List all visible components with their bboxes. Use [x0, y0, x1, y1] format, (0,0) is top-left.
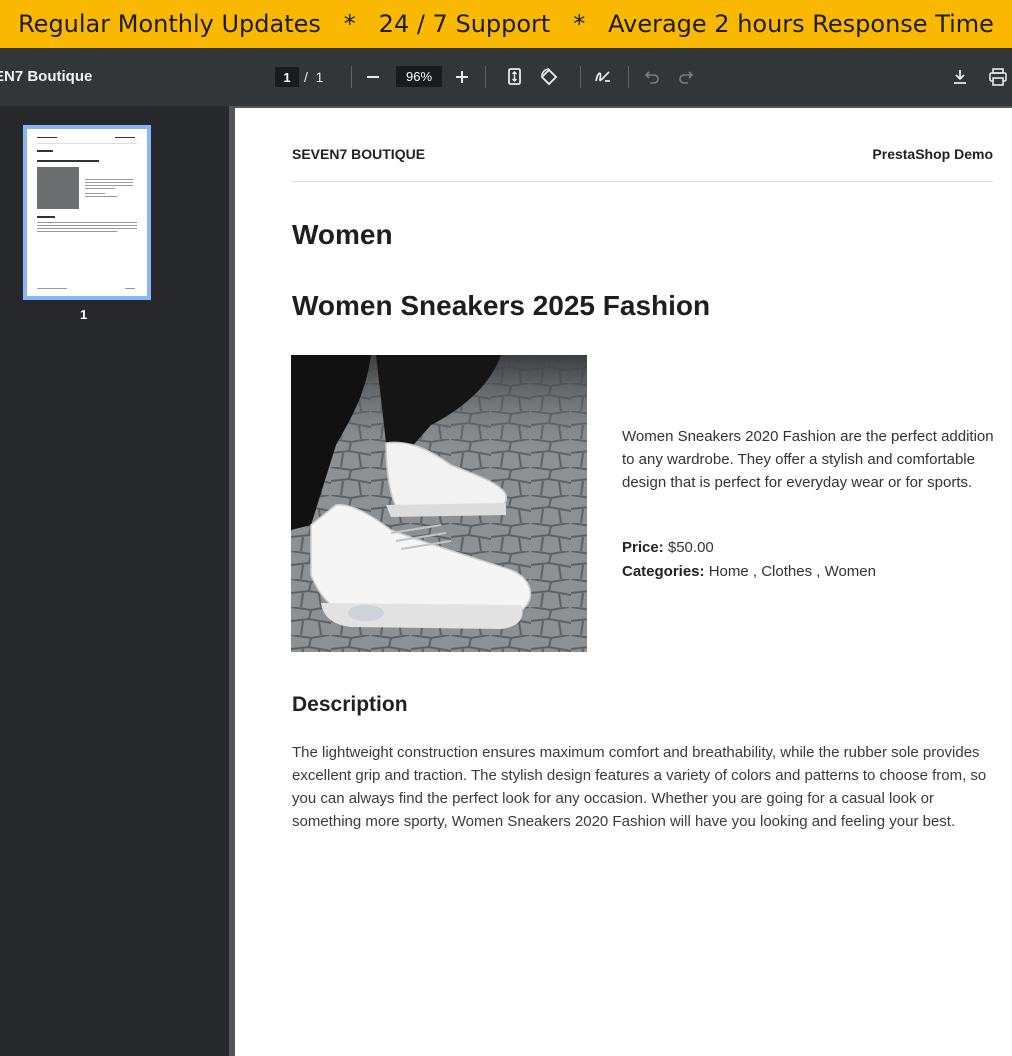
zoom-input[interactable]: 96%: [396, 66, 442, 87]
toolbar-divider: [351, 66, 352, 88]
price-value: $50.00: [667, 539, 714, 556]
rotate-icon: [540, 68, 558, 86]
page-header-platform: PrestaShop Demo: [872, 146, 993, 162]
thumbnail-page-preview: [27, 129, 147, 296]
product-title: Women Sneakers 2025 Fashion: [292, 290, 711, 321]
fit-page-button[interactable]: [503, 65, 527, 89]
product-price: Price: $50.00: [622, 539, 714, 556]
document-title: EN7 Boutique: [0, 68, 93, 85]
price-label: Price:: [622, 539, 664, 556]
print-icon: [989, 68, 1007, 86]
description-heading: Description: [292, 693, 408, 716]
zoom-out-button[interactable]: [361, 65, 385, 89]
toolbar-divider: [485, 66, 486, 88]
page-count: / 1: [304, 69, 323, 85]
product-image: [291, 355, 587, 652]
product-categories: Categories: Home , Clothes , Women: [622, 563, 876, 580]
undo-button[interactable]: [640, 65, 664, 89]
download-button[interactable]: [948, 65, 972, 89]
categories-label: Categories:: [622, 563, 705, 580]
page-thumbnail[interactable]: [23, 125, 151, 300]
rotate-button[interactable]: [537, 65, 561, 89]
category-heading: Women: [292, 219, 393, 250]
print-button[interactable]: [986, 65, 1010, 89]
promo-banner: Regular Monthly Updates * 24 / 7 Support…: [0, 0, 1012, 48]
page-separator: /: [304, 69, 308, 85]
thumbnail-page-number: 1: [80, 307, 88, 322]
toolbar-divider: [580, 66, 581, 88]
description-body: The lightweight construction ensures max…: [292, 744, 987, 830]
page-number-input[interactable]: 1: [275, 67, 299, 87]
redo-button[interactable]: [674, 65, 698, 89]
undo-icon: [644, 71, 659, 84]
categories-value: Home , Clothes , Women: [708, 563, 876, 580]
annotate-button[interactable]: [591, 65, 615, 89]
header-divider: [292, 181, 993, 182]
minus-icon: [367, 76, 379, 78]
page-total: 1: [315, 69, 324, 85]
product-short-description: Women Sneakers 2020 Fashion are the perf…: [622, 428, 994, 491]
promo-banner-text: Regular Monthly Updates * 24 / 7 Support…: [18, 10, 994, 38]
plus-icon: [456, 71, 468, 83]
redo-icon: [679, 71, 694, 84]
fit-page-icon: [508, 68, 521, 85]
annotate-icon: [595, 71, 610, 82]
page-header-store: SEVEN7 BOUTIQUE: [292, 146, 426, 162]
download-icon: [954, 70, 966, 84]
toolbar-divider: [628, 66, 629, 88]
zoom-in-button[interactable]: [450, 65, 474, 89]
